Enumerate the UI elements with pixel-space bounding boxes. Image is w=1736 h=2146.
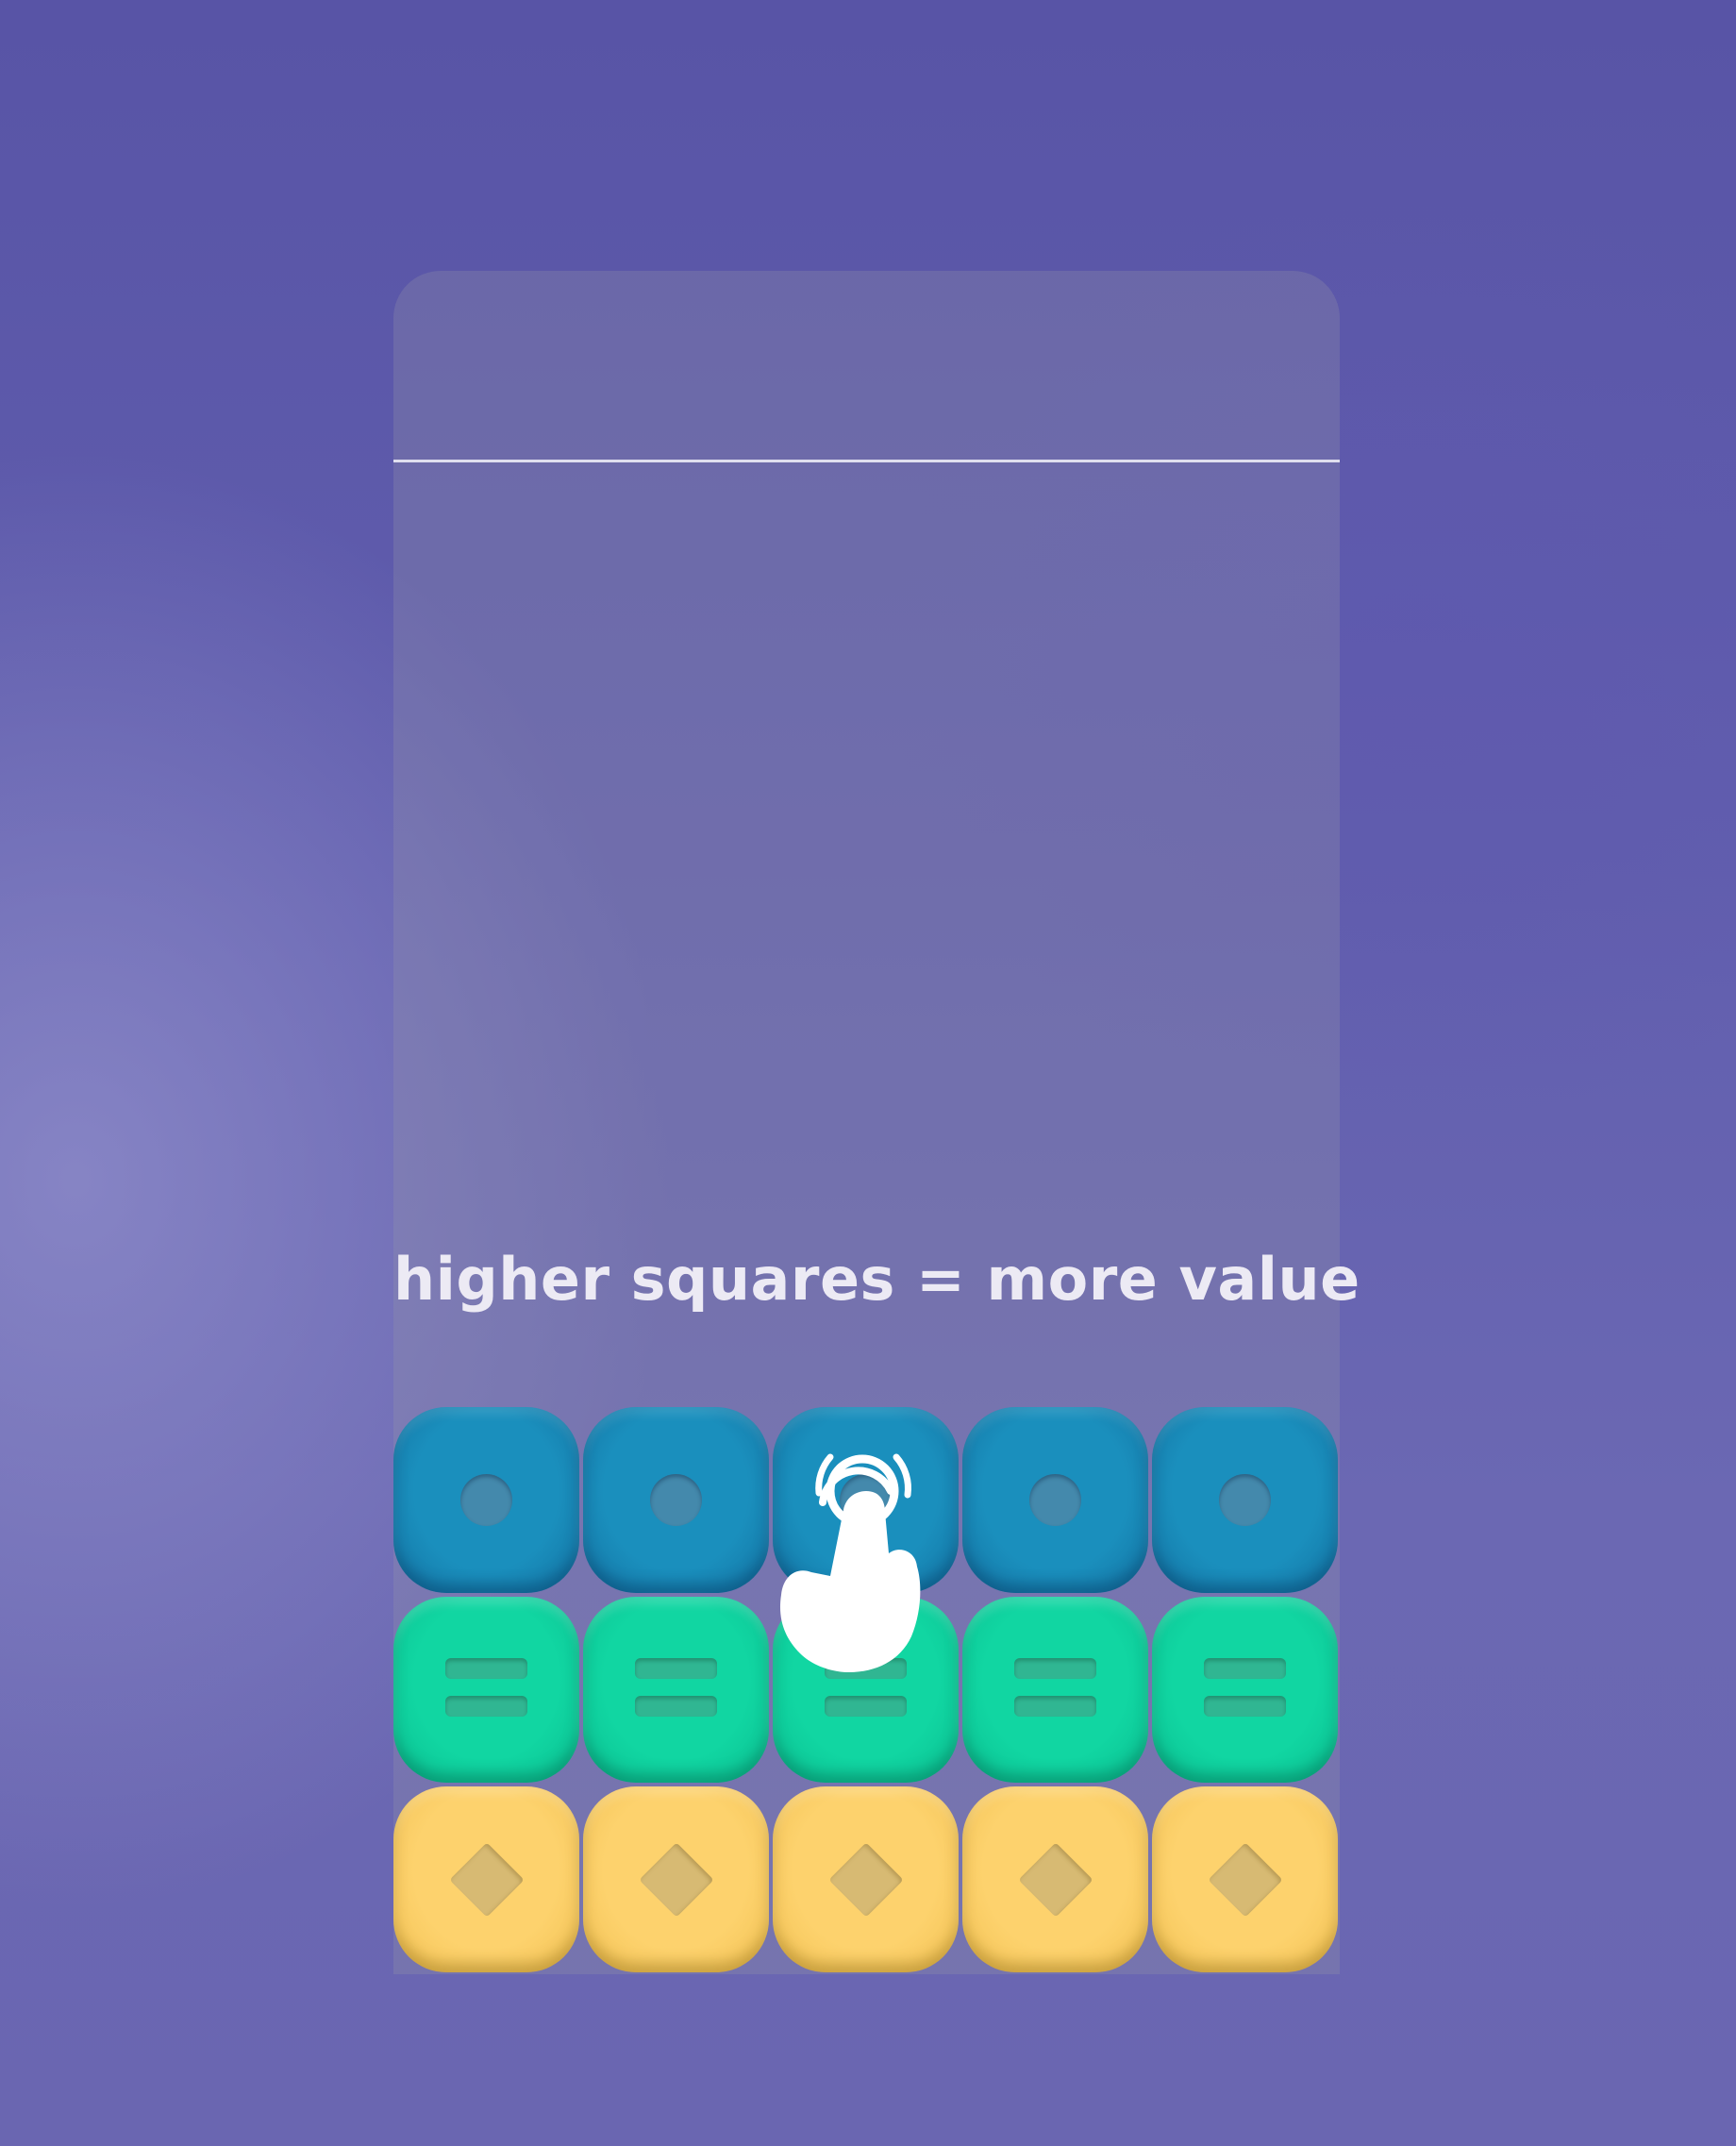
dot-icon <box>650 1474 702 1526</box>
bars-icon <box>445 1658 527 1679</box>
blue-tile[interactable] <box>393 1407 579 1593</box>
bars-icon <box>635 1696 717 1717</box>
green-tile[interactable] <box>962 1597 1148 1783</box>
blue-tile[interactable] <box>962 1407 1148 1593</box>
bars-icon <box>1014 1696 1096 1717</box>
diamond-icon <box>449 1842 525 1918</box>
blue-tile[interactable] <box>583 1407 769 1593</box>
diamond-icon <box>1208 1842 1283 1918</box>
yellow-tile[interactable] <box>393 1786 579 1972</box>
bars-icon <box>825 1696 907 1717</box>
bars-icon <box>1204 1658 1286 1679</box>
dot-icon <box>1219 1474 1271 1526</box>
stack-limit-line <box>393 460 1340 462</box>
yellow-tile[interactable] <box>1152 1786 1338 1972</box>
dot-icon <box>460 1474 512 1526</box>
green-tile[interactable] <box>773 1597 959 1783</box>
bars-icon <box>635 1658 717 1679</box>
diamond-icon <box>828 1842 904 1918</box>
bars-icon <box>1204 1696 1286 1717</box>
yellow-tile[interactable] <box>583 1786 769 1972</box>
diamond-icon <box>1018 1842 1093 1918</box>
green-tile[interactable] <box>1152 1597 1338 1783</box>
green-tile[interactable] <box>393 1597 579 1783</box>
bars-icon <box>1014 1658 1096 1679</box>
blue-tile[interactable] <box>773 1407 959 1593</box>
dot-icon <box>840 1474 892 1526</box>
tile-grid <box>393 1407 1340 1974</box>
yellow-tile[interactable] <box>962 1786 1148 1972</box>
dot-icon <box>1029 1474 1081 1526</box>
game-board: higher squares = more value <box>393 271 1360 1974</box>
bars-icon <box>445 1696 527 1717</box>
diamond-icon <box>639 1842 714 1918</box>
hint-text: higher squares = more value <box>393 1245 1360 1314</box>
bars-icon <box>825 1658 907 1679</box>
yellow-tile[interactable] <box>773 1786 959 1972</box>
green-tile[interactable] <box>583 1597 769 1783</box>
blue-tile[interactable] <box>1152 1407 1338 1593</box>
